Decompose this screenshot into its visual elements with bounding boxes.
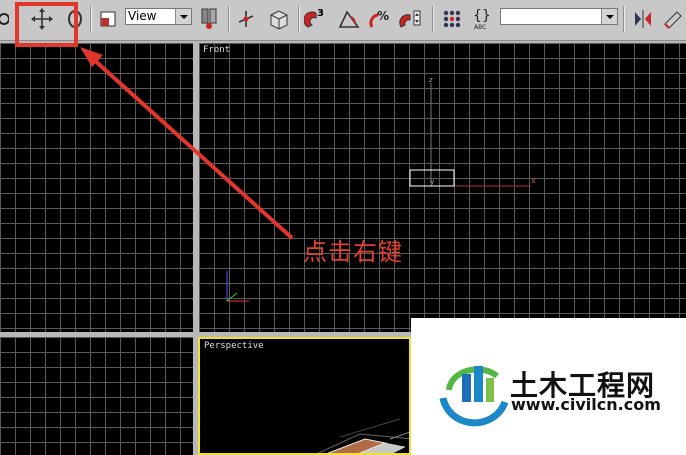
front-viewport[interactable]: Front z y x: [199, 43, 686, 332]
perspective-viewport[interactable]: Perspective: [198, 337, 411, 455]
top-viewport[interactable]: [0, 43, 193, 332]
axis-z-label: z: [429, 76, 433, 84]
annotation-text: 点击右键: [303, 238, 403, 266]
select-and-move-button[interactable]: [29, 6, 55, 32]
select-and-rotate-button[interactable]: [62, 6, 88, 32]
named-selection-dropdown[interactable]: [500, 8, 618, 25]
manipulate-icon: [238, 11, 254, 27]
svg-text:ABC: ABC: [474, 24, 486, 31]
render-icon[interactable]: [0, 6, 10, 32]
axis-y-label: y: [430, 178, 434, 186]
select-and-manipulate-button[interactable]: [233, 6, 259, 32]
named-selection-sets-button[interactable]: [439, 6, 465, 32]
abc-braces-icon: {} ABC: [473, 8, 491, 31]
align-icon: [664, 11, 682, 29]
chevron-down-icon: [601, 9, 617, 24]
selection-sets-icon: [443, 10, 461, 28]
select-and-scale-button[interactable]: [95, 6, 121, 32]
box-icon: [270, 10, 288, 30]
mirror-button[interactable]: [630, 6, 656, 32]
angle-snap-toggle-button[interactable]: [336, 6, 362, 32]
svg-text:{}: {}: [473, 8, 491, 24]
svg-text:%: %: [377, 9, 389, 23]
rotate-icon: [68, 10, 82, 28]
snap-dimension-label: 3: [317, 8, 324, 19]
mirror-icon: [635, 10, 651, 28]
pivot-icon: [201, 8, 217, 29]
scale-icon: [100, 11, 116, 27]
percent-snap-toggle-button[interactable]: %: [367, 6, 393, 32]
chevron-down-icon: [175, 9, 191, 24]
left-viewport[interactable]: [0, 337, 193, 455]
percent-snap-icon: %: [369, 9, 389, 28]
snaps-toggle-button[interactable]: 3: [303, 6, 329, 32]
main-toolbar: View 3 % {} ABC: [0, 0, 686, 41]
keyboard-shortcut-override-button[interactable]: [266, 6, 292, 32]
reference-coordinate-dropdown[interactable]: View: [125, 8, 192, 25]
magnet-icon: 3: [304, 8, 324, 28]
spinner-snap-toggle-button[interactable]: [398, 6, 424, 32]
watermark-url: www.civilcn.com: [511, 395, 661, 414]
reference-coordinate-value: View: [128, 9, 157, 23]
move-icon: [31, 8, 53, 30]
watermark: 土木工程网 www.civilcn.com: [411, 318, 686, 455]
spinner-snap-icon: [399, 10, 421, 28]
axis-x-label: x: [531, 176, 536, 185]
edit-named-selection-button[interactable]: {} ABC: [471, 6, 497, 32]
logo-icon: [439, 366, 509, 427]
use-pivot-point-center-button[interactable]: [196, 6, 222, 32]
angle-snap-icon: [338, 10, 360, 28]
align-button[interactable]: [660, 6, 686, 32]
